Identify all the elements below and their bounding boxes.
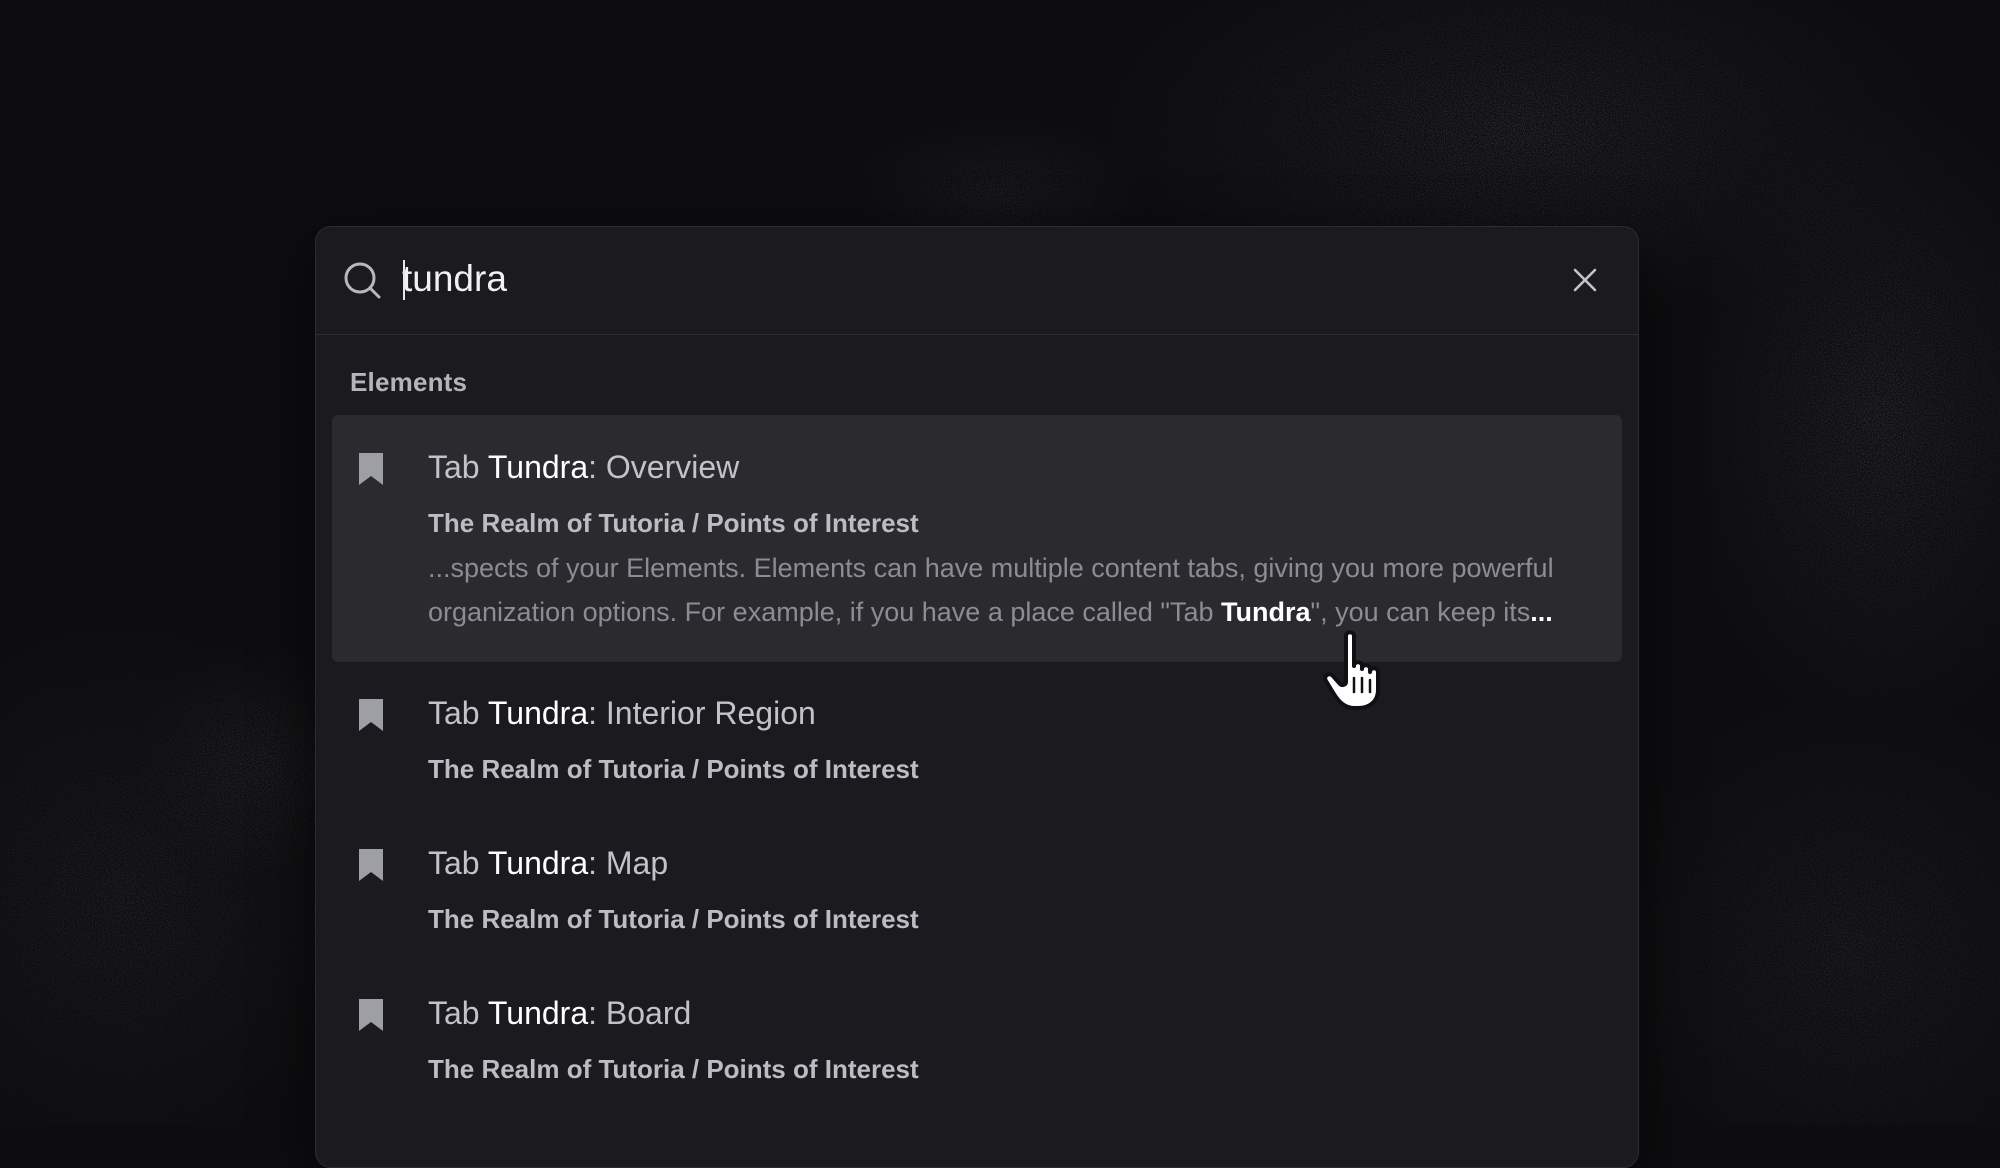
result-title-prefix: Tab [428, 449, 488, 485]
result-path: The Realm of Tutoria / Points of Interes… [428, 904, 919, 934]
snippet-line-2-after: ", you can keep its [1310, 597, 1531, 627]
bookmark-icon [359, 849, 383, 881]
hand-pointer-icon [1323, 630, 1380, 710]
snippet-line-2-before: organization options. For example, if yo… [428, 597, 1222, 627]
section-title: Elements [350, 367, 468, 397]
result-title: Tab Tundra: Board [428, 995, 691, 1032]
result-title-prefix: Tab [428, 695, 488, 731]
snippet-line-2: organization options. For example, if yo… [428, 590, 1613, 634]
snippet-match: Tundra [1221, 597, 1311, 627]
result-title-prefix: Tab [428, 845, 488, 881]
result-title-suffix: : Overview [588, 449, 740, 485]
result-path: The Realm of Tutoria / Points of Interes… [428, 1054, 919, 1084]
snippet-ellipsis: ... [1530, 597, 1553, 627]
result-path: The Realm of Tutoria / Points of Interes… [428, 508, 919, 538]
result-snippet: ...spects of your Elements. Elements can… [428, 546, 1613, 634]
close-icon[interactable] [1570, 265, 1600, 295]
snippet-line-1: ...spects of your Elements. Elements can… [428, 553, 1554, 583]
result-title-match: Tundra [487, 449, 589, 485]
result-item[interactable]: Tab Tundra: Map The Realm of Tutoria / P… [332, 827, 1622, 967]
bookmark-icon [359, 999, 383, 1031]
result-title: Tab Tundra: Interior Region [428, 695, 816, 732]
search-icon [344, 262, 381, 299]
result-item[interactable]: Tab Tundra: Board The Realm of Tutoria /… [332, 977, 1622, 1117]
text-caret [403, 260, 405, 300]
result-title-suffix: : Board [588, 995, 692, 1031]
bookmark-icon [359, 699, 383, 731]
bookmark-icon [359, 453, 383, 485]
result-title: Tab Tundra: Map [428, 845, 668, 882]
result-title-suffix: : Map [588, 845, 669, 881]
result-title: Tab Tundra: Overview [428, 449, 739, 486]
search-input[interactable] [402, 249, 1502, 309]
search-palette: Elements Tab Tundra: Overview The Realm … [315, 226, 1639, 1168]
result-title-suffix: : Interior Region [588, 695, 816, 731]
result-title-match: Tundra [487, 995, 589, 1031]
result-title-match: Tundra [487, 695, 589, 731]
result-path: The Realm of Tutoria / Points of Interes… [428, 754, 919, 784]
result-title-prefix: Tab [428, 995, 488, 1031]
result-title-match: Tundra [487, 845, 589, 881]
search-bar [316, 227, 1638, 335]
result-item[interactable]: Tab Tundra: Interior Region The Realm of… [332, 677, 1622, 817]
result-item[interactable]: Tab Tundra: Overview The Realm of Tutori… [332, 415, 1622, 662]
